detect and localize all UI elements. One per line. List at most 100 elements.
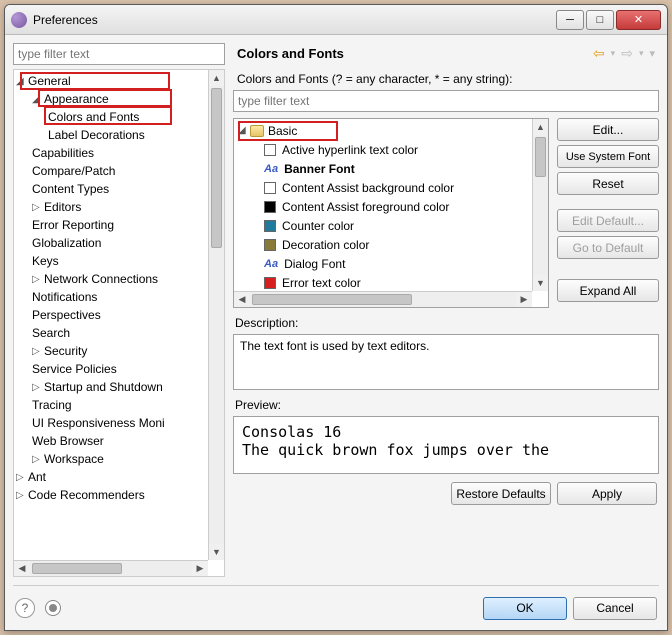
tree-label: Ant bbox=[28, 470, 46, 484]
tree-item-appearance[interactable]: ◢Appearance bbox=[14, 90, 224, 108]
scroll-up-icon[interactable]: ▲ bbox=[209, 70, 224, 86]
description-box: The text font is used by text editors. bbox=[233, 334, 659, 390]
scroll-up-icon[interactable]: ▲ bbox=[533, 119, 548, 135]
cf-filter-input[interactable] bbox=[233, 90, 659, 112]
cf-item-active-hyperlink[interactable]: Active hyperlink text color bbox=[234, 140, 532, 159]
maximize-button[interactable]: □ bbox=[586, 10, 614, 30]
use-system-font-button[interactable]: Use System Font bbox=[557, 145, 659, 168]
apply-button[interactable]: Apply bbox=[557, 482, 657, 505]
cf-label: Dialog Font bbox=[284, 257, 345, 271]
scroll-right-icon[interactable]: ▶ bbox=[516, 292, 532, 307]
nav-filter-input[interactable] bbox=[13, 43, 225, 65]
tree-item-keys[interactable]: Keys bbox=[14, 252, 224, 270]
menu-chevron-icon[interactable]: ▾ bbox=[649, 47, 655, 60]
chevron-down-icon[interactable]: ▾ bbox=[639, 48, 644, 59]
page-header: Colors and Fonts ⇦ ▾ ⇨ ▾ ▾ bbox=[233, 43, 659, 68]
cancel-button[interactable]: Cancel bbox=[573, 597, 657, 620]
left-panel: ◢General ◢Appearance Colors and Fonts La… bbox=[13, 43, 225, 577]
ok-button[interactable]: OK bbox=[483, 597, 567, 620]
tree-label: General bbox=[28, 74, 71, 88]
tree-item-service-policies[interactable]: Service Policies bbox=[14, 360, 224, 378]
scrollbar-thumb[interactable] bbox=[211, 88, 222, 248]
forward-icon[interactable]: ⇨ bbox=[621, 45, 633, 62]
cf-vertical-scrollbar[interactable]: ▲ ▼ bbox=[532, 119, 548, 291]
nav-vertical-scrollbar[interactable]: ▲ ▼ bbox=[208, 70, 224, 560]
close-button[interactable]: ✕ bbox=[616, 10, 661, 30]
cf-item-banner-font[interactable]: Aa Banner Font bbox=[234, 159, 532, 178]
tree-label: Appearance bbox=[44, 92, 109, 106]
cf-label: Content Assist foreground color bbox=[282, 200, 449, 214]
cf-label: Basic bbox=[268, 124, 297, 138]
cf-item-basic[interactable]: ◢ Basic bbox=[234, 121, 532, 140]
page-buttons: Restore Defaults Apply bbox=[233, 474, 659, 505]
tree-item-capabilities[interactable]: Capabilities bbox=[14, 144, 224, 162]
cf-label: Error text color bbox=[282, 276, 361, 290]
tree-item-general[interactable]: ◢General bbox=[14, 72, 224, 90]
edit-button[interactable]: Edit... bbox=[557, 118, 659, 141]
tree-item-notifications[interactable]: Notifications bbox=[14, 288, 224, 306]
tree-item-startup-shutdown[interactable]: ▷Startup and Shutdown bbox=[14, 378, 224, 396]
scroll-down-icon[interactable]: ▼ bbox=[533, 275, 548, 291]
reset-button[interactable]: Reset bbox=[557, 172, 659, 195]
cf-horizontal-scrollbar[interactable]: ◀ ▶ bbox=[234, 291, 532, 307]
cf-item-error-text[interactable]: Error text color bbox=[234, 273, 532, 291]
titlebar: Preferences ─ □ ✕ bbox=[5, 5, 667, 35]
tree-item-ant[interactable]: ▷Ant bbox=[14, 468, 224, 486]
tree-label: Startup and Shutdown bbox=[44, 380, 163, 394]
tree-item-security[interactable]: ▷Security bbox=[14, 342, 224, 360]
tree-item-globalization[interactable]: Globalization bbox=[14, 234, 224, 252]
tree-item-error-reporting[interactable]: Error Reporting bbox=[14, 216, 224, 234]
scroll-left-icon[interactable]: ◀ bbox=[234, 292, 250, 307]
window-title: Preferences bbox=[33, 13, 556, 27]
scroll-down-icon[interactable]: ▼ bbox=[209, 544, 224, 560]
font-icon: Aa bbox=[264, 163, 278, 175]
description-label: Description: bbox=[235, 316, 657, 330]
restore-defaults-button[interactable]: Restore Defaults bbox=[451, 482, 551, 505]
nav-tree: ◢General ◢Appearance Colors and Fonts La… bbox=[13, 69, 225, 577]
color-swatch bbox=[264, 220, 276, 232]
export-settings-icon[interactable] bbox=[45, 600, 61, 616]
tree-item-content-types[interactable]: Content Types bbox=[14, 180, 224, 198]
tree-label: Error Reporting bbox=[32, 218, 114, 232]
tree-item-network-connections[interactable]: ▷Network Connections bbox=[14, 270, 224, 288]
tree-item-perspectives[interactable]: Perspectives bbox=[14, 306, 224, 324]
font-icon: Aa bbox=[264, 258, 278, 270]
nav-horizontal-scrollbar[interactable]: ◀ ▶ bbox=[14, 560, 208, 576]
tree-item-label-decorations[interactable]: Label Decorations bbox=[14, 126, 224, 144]
scroll-right-icon[interactable]: ▶ bbox=[192, 561, 208, 576]
tree-label: Security bbox=[44, 344, 87, 358]
tree-item-web-browser[interactable]: Web Browser bbox=[14, 432, 224, 450]
scrollbar-thumb[interactable] bbox=[535, 137, 546, 177]
color-swatch bbox=[264, 144, 276, 156]
tree-item-ui-responsiveness[interactable]: UI Responsiveness Moni bbox=[14, 414, 224, 432]
chevron-down-icon[interactable]: ▾ bbox=[611, 48, 616, 59]
tree-item-tracing[interactable]: Tracing bbox=[14, 396, 224, 414]
minimize-button[interactable]: ─ bbox=[556, 10, 584, 30]
tree-item-editors[interactable]: ▷Editors bbox=[14, 198, 224, 216]
tree-item-workspace[interactable]: ▷Workspace bbox=[14, 450, 224, 468]
cf-item-counter[interactable]: Counter color bbox=[234, 216, 532, 235]
cf-item-ca-bg[interactable]: Content Assist background color bbox=[234, 178, 532, 197]
back-icon[interactable]: ⇦ bbox=[593, 45, 605, 62]
filter-help-text: Colors and Fonts (? = any character, * =… bbox=[237, 72, 655, 86]
tree-item-colors-and-fonts[interactable]: Colors and Fonts bbox=[14, 108, 224, 126]
tree-item-compare-patch[interactable]: Compare/Patch bbox=[14, 162, 224, 180]
expand-all-button[interactable]: Expand All bbox=[557, 279, 659, 302]
tree-label: Search bbox=[32, 326, 70, 340]
cf-item-ca-fg[interactable]: Content Assist foreground color bbox=[234, 197, 532, 216]
cf-tree: ◢ Basic Active hyperlink text color Aa B… bbox=[233, 118, 549, 308]
page-title: Colors and Fonts bbox=[237, 46, 344, 61]
scroll-left-icon[interactable]: ◀ bbox=[14, 561, 30, 576]
color-swatch bbox=[264, 277, 276, 289]
help-icon[interactable]: ? bbox=[15, 598, 35, 618]
cf-item-dialog-font[interactable]: Aa Dialog Font bbox=[234, 254, 532, 273]
tree-item-code-recommenders[interactable]: ▷Code Recommenders bbox=[14, 486, 224, 504]
cf-item-decoration[interactable]: Decoration color bbox=[234, 235, 532, 254]
preferences-window: Preferences ─ □ ✕ ◢General ◢Appearance C… bbox=[4, 4, 668, 631]
tree-label: Compare/Patch bbox=[32, 164, 115, 178]
tree-item-search[interactable]: Search bbox=[14, 324, 224, 342]
scrollbar-thumb[interactable] bbox=[32, 563, 122, 574]
main-area: ◢General ◢Appearance Colors and Fonts La… bbox=[5, 35, 667, 585]
tree-label: Globalization bbox=[32, 236, 101, 250]
scrollbar-thumb[interactable] bbox=[252, 294, 412, 305]
